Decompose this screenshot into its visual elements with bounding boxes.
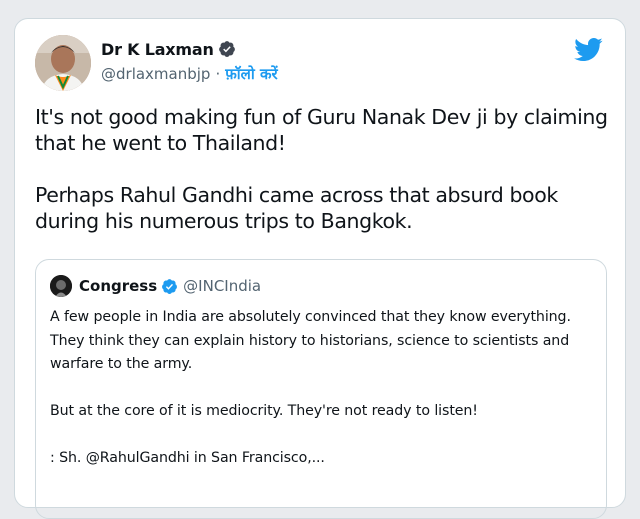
author-avatar[interactable]: [35, 35, 91, 91]
author-block: Dr K Laxman @drlaxmanbjp · फ़ॉलो करें: [101, 38, 278, 86]
tweet-paragraph: Perhaps Rahul Gandhi came across that ab…: [35, 183, 558, 233]
separator-dot: ·: [215, 65, 221, 83]
author-handle[interactable]: @drlaxmanbjp: [101, 65, 210, 83]
follow-button[interactable]: फ़ॉलो करें: [225, 64, 277, 84]
congress-logo-icon: [50, 275, 72, 297]
quoted-paragraph: A few people in India are absolutely con…: [50, 309, 571, 372]
twitter-bird-icon[interactable]: [573, 37, 603, 66]
quoted-paragraph: But at the core of it is mediocrity. The…: [50, 403, 478, 419]
quoted-author-avatar[interactable]: [50, 275, 72, 297]
quoted-tweet-text: A few people in India are absolutely con…: [50, 306, 590, 471]
verified-badge-icon: [218, 40, 236, 58]
quoted-author-name[interactable]: Congress: [79, 277, 157, 295]
quoted-tweet-header: Congress @INCIndia: [50, 274, 261, 298]
tweet-card: Dr K Laxman @drlaxmanbjp · फ़ॉलो करें It…: [14, 18, 626, 519]
profile-photo: [35, 35, 91, 91]
tweet-paragraph: It's not good making fun of Guru Nanak D…: [35, 105, 608, 155]
quoted-paragraph: : Sh. @RahulGandhi in San Francisco,...: [50, 450, 325, 466]
quoted-author-handle[interactable]: @INCIndia: [183, 277, 261, 295]
quoted-tweet[interactable]: Congress @INCIndia A few people in India…: [35, 259, 607, 519]
tweet-text: It's not good making fun of Guru Nanak D…: [35, 104, 610, 234]
verified-badge-icon: [161, 278, 178, 295]
author-name[interactable]: Dr K Laxman: [101, 40, 214, 59]
